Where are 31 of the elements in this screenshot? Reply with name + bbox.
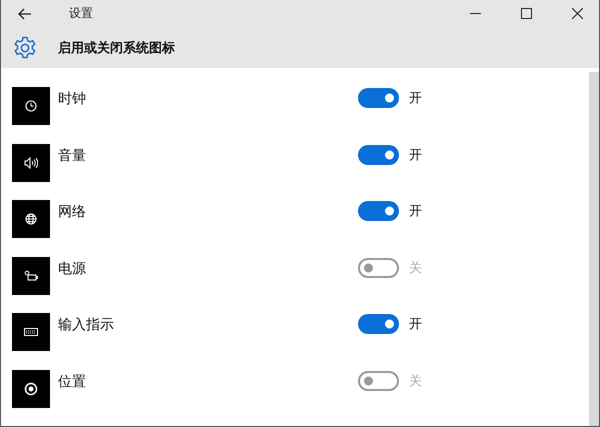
settings-icon	[13, 36, 37, 60]
target-icon	[24, 382, 38, 396]
toggle-switch[interactable]	[358, 144, 399, 164]
item-label: 网络	[58, 203, 87, 221]
toggle-state: 开	[409, 316, 422, 333]
keyboard-icon	[24, 328, 38, 336]
toggle-switch[interactable]	[358, 258, 399, 278]
window-title: 设置	[69, 5, 93, 22]
toggle-switch[interactable]	[358, 370, 399, 390]
item-label: 时钟	[58, 90, 87, 108]
item-label: 位置	[58, 372, 87, 390]
page-title: 启用或关闭系统图标	[58, 40, 175, 57]
item-label: 电源	[58, 260, 87, 278]
toggle-switch[interactable]	[358, 201, 399, 221]
close-icon[interactable]	[572, 8, 583, 20]
scrollbar[interactable]	[589, 72, 599, 426]
battery-plug-icon	[24, 270, 38, 282]
toggle-state: 关	[409, 372, 422, 390]
clock-icon	[25, 100, 37, 112]
toggle-state: 开	[409, 203, 422, 220]
speaker-icon	[24, 156, 38, 168]
toggle-switch[interactable]	[358, 314, 399, 334]
toggle-switch[interactable]	[358, 88, 399, 108]
toggle-state: 开	[409, 90, 422, 107]
item-label: 输入指示	[58, 316, 115, 334]
item-label: 音量	[58, 146, 87, 164]
globe-icon	[25, 213, 37, 225]
toggle-state: 开	[409, 146, 422, 164]
back-icon[interactable]	[18, 8, 32, 20]
toggle-state: 关	[409, 260, 422, 276]
maximize-icon[interactable]	[521, 8, 532, 20]
